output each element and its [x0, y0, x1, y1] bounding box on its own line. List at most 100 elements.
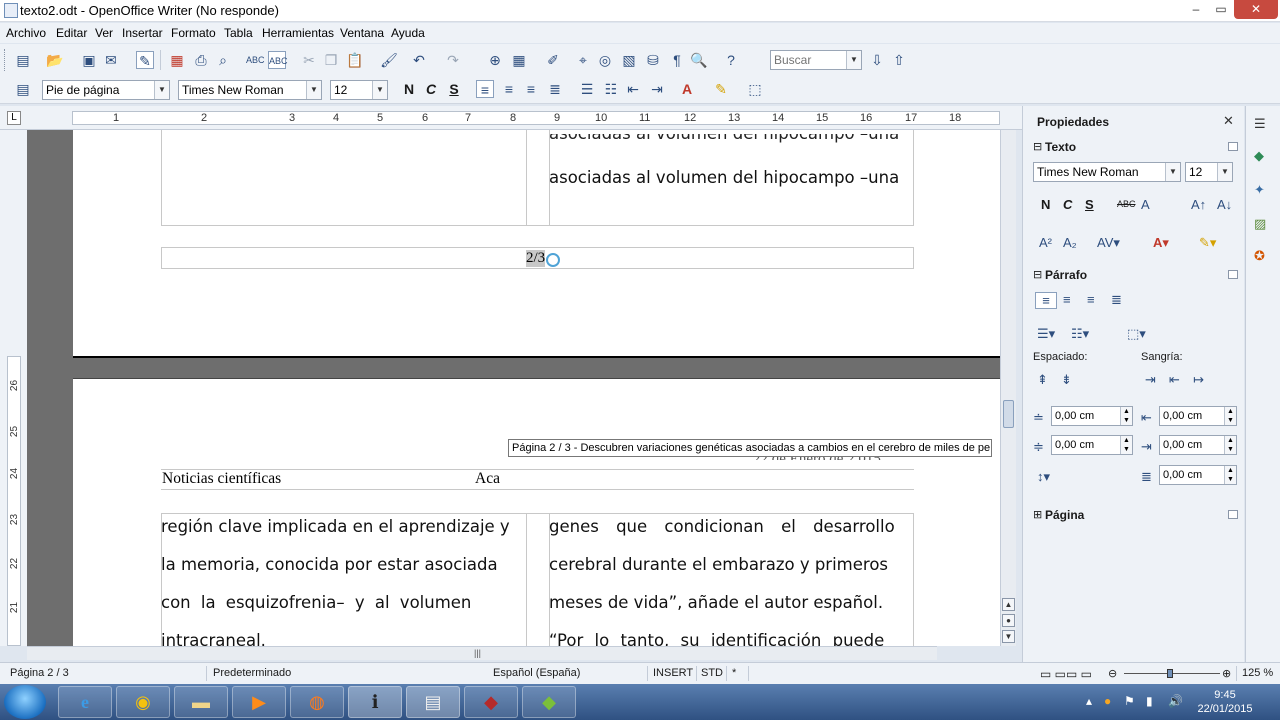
sidebar-italic-button[interactable]: C	[1063, 197, 1072, 212]
sidebar-highlight-icon[interactable]: ✎▾	[1199, 235, 1216, 251]
find-next-icon[interactable]: ⇩	[868, 51, 886, 69]
expand-icon[interactable]: ⊞	[1033, 508, 1042, 521]
more-options-icon[interactable]	[1228, 510, 1238, 519]
chrome-icon[interactable]: ◉	[116, 686, 170, 718]
page-2[interactable]: Noticias científicas Aca 22 de Enero de …	[73, 378, 1000, 646]
sidebar-font-name-combo[interactable]: Times New Roman ▼	[1033, 162, 1181, 182]
font-color-icon[interactable]: A	[678, 80, 696, 98]
hanging-indent-icon[interactable]: ↦	[1193, 372, 1204, 388]
menu-herramientas[interactable]: Herramientas	[262, 26, 334, 40]
next-page-icon[interactable]: ▼	[1002, 630, 1015, 643]
first-line-indent-input[interactable]: 0,00 cm ▲ ▼	[1159, 465, 1237, 485]
sidebar-bold-button[interactable]: N	[1041, 197, 1050, 212]
taskbar-clock[interactable]: 9:45 22/01/2015	[1194, 688, 1256, 716]
undo-icon[interactable]: ↶	[410, 51, 428, 69]
page-number-field[interactable]: 2/3	[526, 250, 546, 267]
data-sources-icon[interactable]: ⛁	[644, 51, 662, 69]
styles-formatting-icon[interactable]: ▤	[14, 80, 32, 98]
writer-task-icon[interactable]: ▤	[406, 686, 460, 718]
sidebar-justify-icon[interactable]: ≣	[1111, 292, 1122, 308]
selection-mode-status[interactable]: STD	[701, 667, 723, 679]
menu-editar[interactable]: Editar	[56, 26, 87, 40]
open-folder-icon[interactable]: 📂	[46, 51, 64, 69]
scrollbar-grip[interactable]: |||	[474, 648, 481, 658]
chevron-down-icon[interactable]: ▼	[306, 81, 321, 99]
spacing-below-input[interactable]: 0,00 cm ▲ ▼	[1051, 435, 1133, 455]
volume-icon[interactable]: 🔊	[1168, 694, 1183, 708]
italic-button[interactable]: C	[422, 80, 440, 98]
maximize-button[interactable]: ▭	[1209, 0, 1233, 19]
hyperlink-icon[interactable]: ⊕	[486, 51, 504, 69]
horizontal-scrollbar[interactable]: |||	[27, 646, 937, 660]
cut-icon[interactable]: ✂	[300, 51, 318, 69]
document-modified-status[interactable]: *	[732, 667, 736, 679]
search-combo[interactable]: ▼	[770, 50, 862, 70]
navigator-icon[interactable]: ◎	[596, 51, 614, 69]
paragraph-style-combo[interactable]: Pie de página ▼	[42, 80, 170, 100]
email-icon[interactable]: ✉	[102, 51, 120, 69]
body-text-line[interactable]: genes que condicionan el desarrollo	[549, 517, 895, 536]
page-section-title[interactable]: Página	[1045, 508, 1084, 522]
save-icon[interactable]: ▣	[80, 51, 98, 69]
body-text-line[interactable]: intracraneal.	[161, 631, 266, 646]
file-explorer-icon[interactable]: ▬	[174, 686, 228, 718]
table-icon[interactable]: ▦	[510, 51, 528, 69]
spin-buttons[interactable]: ▲ ▼	[1224, 466, 1236, 484]
decrease-indent-icon[interactable]: ⇤	[624, 80, 642, 98]
find-replace-icon[interactable]: ⌖	[574, 51, 592, 69]
menu-ventana[interactable]: Ventana	[340, 26, 384, 40]
autospellcheck-icon[interactable]: ABC	[268, 51, 288, 69]
language-status[interactable]: Español (España)	[493, 667, 580, 679]
navigator-tab-icon[interactable]: ✪	[1254, 248, 1265, 264]
info-app-icon[interactable]: ℹ	[348, 686, 402, 718]
more-options-icon[interactable]	[1228, 142, 1238, 151]
help-icon[interactable]: ?	[722, 51, 740, 69]
bullets-icon[interactable]: ☷	[602, 80, 620, 98]
decrease-indent-icon[interactable]: ⇤	[1169, 372, 1180, 388]
horizontal-ruler[interactable]: L 1 2 3 4 5 6 7 8 9 10 11 12 13 14 15 16…	[0, 106, 1022, 130]
more-options-icon[interactable]	[1228, 270, 1238, 279]
sidebar-bullets-icon[interactable]: ☰▾	[1037, 326, 1055, 342]
page-style-status[interactable]: Predeterminado	[213, 667, 291, 679]
align-right-icon[interactable]: ≡	[522, 80, 540, 98]
spacing-above-input[interactable]: 0,00 cm ▲ ▼	[1051, 406, 1133, 426]
tray-app-icon[interactable]: ●	[1104, 694, 1111, 708]
close-button[interactable]: ✕	[1234, 0, 1278, 19]
previous-page-icon[interactable]: ▲	[1002, 598, 1015, 611]
sidebar-menu-icon[interactable]: ☰	[1254, 116, 1266, 132]
action-center-icon[interactable]: ⚑	[1124, 694, 1135, 708]
highlight-icon[interactable]: ✎	[712, 80, 730, 98]
menu-formato[interactable]: Formato	[171, 26, 216, 40]
increase-indent-icon[interactable]: ⇥	[1145, 372, 1156, 388]
find-previous-icon[interactable]: ⇧	[890, 51, 908, 69]
character-spacing-icon[interactable]: AV▾	[1097, 235, 1120, 251]
tab-stop-selector[interactable]: L	[7, 111, 21, 125]
line-spacing-icon[interactable]: ↕▾	[1037, 469, 1050, 485]
minimize-button[interactable]: –	[1184, 0, 1208, 19]
redo-icon[interactable]: ↷	[444, 51, 462, 69]
underline-button[interactable]: S	[445, 80, 463, 98]
align-left-icon[interactable]: ≡	[476, 80, 494, 98]
spin-buttons[interactable]: ▲ ▼	[1224, 407, 1236, 425]
internet-explorer-icon[interactable]: e	[58, 686, 112, 718]
zoom-out-icon[interactable]: ⊖	[1108, 667, 1117, 680]
decrease-spacing-icon[interactable]: ⇟	[1061, 372, 1072, 388]
show-hidden-icons[interactable]: ▴	[1086, 694, 1092, 708]
font-size-combo[interactable]: 12 ▼	[330, 80, 388, 100]
paste-icon[interactable]: 📋	[346, 51, 364, 69]
insert-mode-status[interactable]: INSERT	[653, 667, 693, 679]
navigation-icon[interactable]: ●	[1002, 614, 1015, 627]
collapse-icon[interactable]: ⊟	[1033, 140, 1042, 153]
gallery-icon[interactable]: ▧	[620, 51, 638, 69]
chevron-down-icon[interactable]: ▼	[1165, 163, 1180, 181]
sidebar-strikethrough-button[interactable]: ABC	[1117, 199, 1136, 209]
menu-insertar[interactable]: Insertar	[122, 26, 163, 40]
subscript-icon[interactable]: A₂	[1063, 235, 1077, 250]
new-document-icon[interactable]: ▤	[14, 51, 32, 69]
vertical-scrollbar[interactable]: ▲ ● ▼	[1000, 130, 1016, 646]
menu-archivo[interactable]: Archivo	[6, 26, 46, 40]
menu-ver[interactable]: Ver	[95, 26, 113, 40]
export-pdf-icon[interactable]: ▦	[168, 51, 186, 69]
sidebar-align-left-icon[interactable]: ≡	[1035, 292, 1057, 309]
increase-spacing-icon[interactable]: ⇞	[1037, 372, 1048, 388]
